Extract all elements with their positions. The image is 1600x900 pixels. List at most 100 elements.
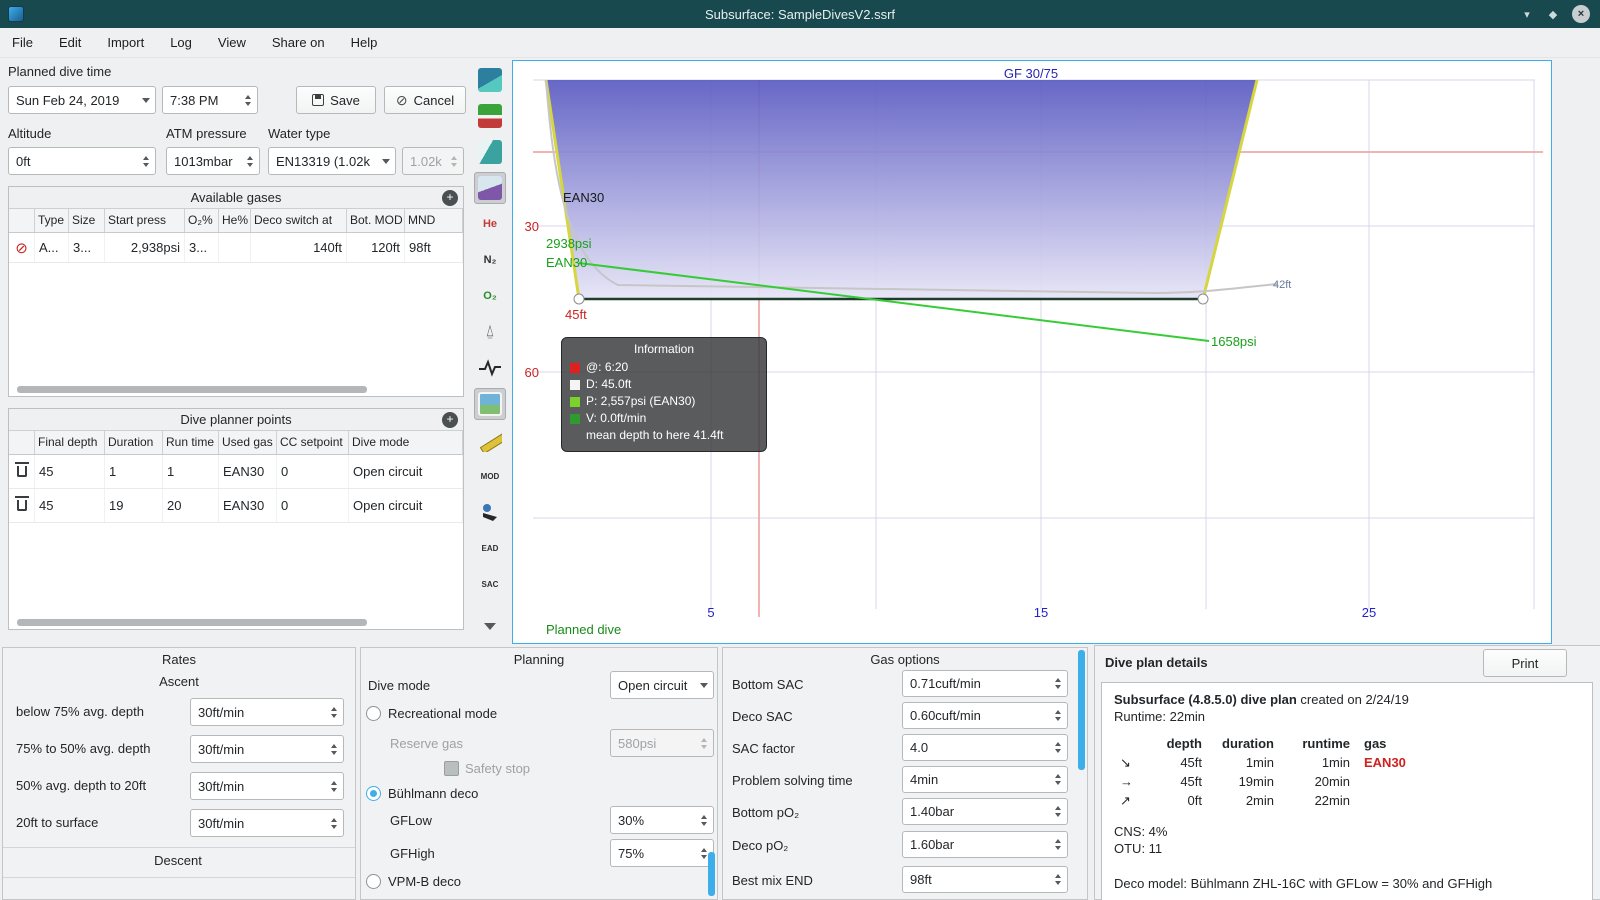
spinner-arrows-icon[interactable] [241,87,254,113]
bottom-po2-spinner[interactable]: 1.40bar [902,798,1068,825]
point-final-depth-cell[interactable]: 45 [35,455,105,488]
gas-he-cell[interactable] [219,233,251,262]
spinner-arrows-icon[interactable] [1051,832,1064,857]
vpmb-deco-radio[interactable] [366,874,381,889]
deco-sac-spinner[interactable]: 0.60cuft/min [902,702,1068,729]
sac-icon[interactable]: SAC [474,568,506,600]
recreational-mode-radio[interactable] [366,706,381,721]
n2-graph-icon[interactable]: N₂ [474,244,506,276]
point-duration-cell[interactable]: 1 [105,455,163,488]
delete-point-icon[interactable] [9,489,35,522]
spinner-arrows-icon[interactable] [697,807,710,833]
spinner-arrows-icon[interactable] [1051,703,1064,728]
bottom-sac-spinner[interactable]: 0.71cuft/min [902,670,1068,697]
heart-rate-icon[interactable] [474,352,506,384]
gas-mnd-cell[interactable]: 98ft [405,233,463,262]
planning-scrollbar[interactable] [708,852,715,896]
save-button[interactable]: Save [296,86,376,114]
add-point-button[interactable]: + [442,412,458,428]
gases-col-type[interactable]: Type [35,209,69,232]
dive-time-spinner[interactable]: 7:38 PM [162,86,258,114]
menu-share-on[interactable]: Share on [272,35,325,50]
gas-bot-mod-cell[interactable]: 120ft [347,233,405,262]
gas-size-cell[interactable]: 3... [69,233,105,262]
point-dive-mode-cell[interactable]: Open circuit [349,455,463,488]
best-mix-end-spinner[interactable]: 98ft [902,866,1068,893]
point-run-time-cell[interactable]: 20 [163,489,219,522]
tissues-icon[interactable] [474,136,506,168]
gases-col-he[interactable]: He% [219,209,251,232]
ascent-rate-50-spinner[interactable]: 30ft/min [190,735,344,763]
ascent-rate-20ft-spinner[interactable]: 30ft/min [190,772,344,800]
spinner-arrows-icon[interactable] [1051,767,1064,792]
points-col-dive-mode[interactable]: Dive mode [349,431,463,454]
planner-point-row[interactable]: 45 1 1 EAN30 0 Open circuit [9,455,463,489]
point-dive-mode-cell[interactable]: Open circuit [349,489,463,522]
mod-icon[interactable]: MOD [474,460,506,492]
spinner-arrows-icon[interactable] [327,773,340,799]
gases-horizontal-scrollbar[interactable] [17,386,367,393]
point-final-depth-cell[interactable]: 45 [35,489,105,522]
spinner-arrows-icon[interactable] [1051,799,1064,824]
points-col-final-depth[interactable]: Final depth [35,431,105,454]
points-col-run-time[interactable]: Run time [163,431,219,454]
photos-icon[interactable] [474,388,506,420]
calculated-ceiling-icon[interactable] [474,100,506,132]
collapse-chevron-icon[interactable] [474,610,506,642]
dive-profile-chart[interactable]: GF 30/75 EAN30 2938psi EAN30 45ft 42ft 1… [512,60,1552,644]
delete-gas-icon[interactable]: ⊘ [9,233,35,262]
ead-icon[interactable]: EAD [474,532,506,564]
spinner-arrows-icon[interactable] [1051,671,1064,696]
spinner-arrows-icon[interactable] [327,699,340,725]
gases-col-o2[interactable]: O₂% [185,209,219,232]
point-used-gas-cell[interactable]: EAN30 [219,455,277,488]
menu-log[interactable]: Log [170,35,192,50]
gases-col-size[interactable]: Size [69,209,105,232]
point-cc-setpoint-cell[interactable]: 0 [277,489,349,522]
gas-options-scrollbar[interactable] [1078,650,1085,770]
point-duration-cell[interactable]: 19 [105,489,163,522]
point-used-gas-cell[interactable]: EAN30 [219,489,277,522]
spinner-arrows-icon[interactable] [327,736,340,762]
air-toggle-icon[interactable]: ⍙ [474,316,506,348]
planner-point-handle[interactable] [1197,293,1209,305]
planner-point-row[interactable]: 45 19 20 EAN30 0 Open circuit [9,489,463,523]
close-icon[interactable]: × [1572,5,1590,23]
gases-col-start-press[interactable]: Start press [105,209,185,232]
ascent-rate-surface-spinner[interactable]: 30ft/min [190,809,344,837]
planner-point-handle[interactable] [573,293,585,305]
points-col-cc-setpoint[interactable]: CC setpoint [277,431,349,454]
spinner-arrows-icon[interactable] [327,810,340,836]
gas-o2-cell[interactable]: 3... [185,233,219,262]
menu-help[interactable]: Help [351,35,378,50]
print-button[interactable]: Print [1483,649,1567,677]
gases-col-mnd[interactable]: MND [405,209,463,232]
spinner-arrows-icon[interactable] [243,148,256,174]
buhlmann-deco-radio[interactable] [366,786,381,801]
menu-view[interactable]: View [218,35,246,50]
altitude-spinner[interactable]: 0ft [8,147,156,175]
gas-table-row[interactable]: ⊘ A... 3... 2,938psi 3... 140ft 120ft 98… [9,233,463,263]
point-cc-setpoint-cell[interactable]: 0 [277,455,349,488]
dive-date-combobox[interactable]: Sun Feb 24, 2019 [8,86,156,114]
atm-pressure-spinner[interactable]: 1013mbar [166,147,260,175]
problem-solving-time-spinner[interactable]: 4min [902,766,1068,793]
sac-factor-spinner[interactable]: 4.0 [902,734,1068,761]
menu-file[interactable]: File [12,35,33,50]
menu-edit[interactable]: Edit [59,35,81,50]
spinner-arrows-icon[interactable] [139,148,152,174]
gas-start-press-cell[interactable]: 2,938psi [105,233,185,262]
points-col-duration[interactable]: Duration [105,431,163,454]
maximize-icon[interactable]: ◆ [1544,5,1562,23]
minimize-icon[interactable]: ▾ [1518,5,1536,23]
water-type-combobox[interactable]: EN13319 (1.02k [268,147,396,175]
deco-po2-spinner[interactable]: 1.60bar [902,831,1068,858]
spinner-arrows-icon[interactable] [1051,867,1064,892]
gases-col-bot-mod[interactable]: Bot. MOD [347,209,405,232]
gas-deco-switch-cell[interactable]: 140ft [251,233,347,262]
gfhigh-spinner[interactable]: 75% [610,839,714,867]
gflow-spinner[interactable]: 30% [610,806,714,834]
ascent-rate-75-spinner[interactable]: 30ft/min [190,698,344,726]
spinner-arrows-icon[interactable] [1051,735,1064,760]
gases-col-deco-switch[interactable]: Deco switch at [251,209,347,232]
